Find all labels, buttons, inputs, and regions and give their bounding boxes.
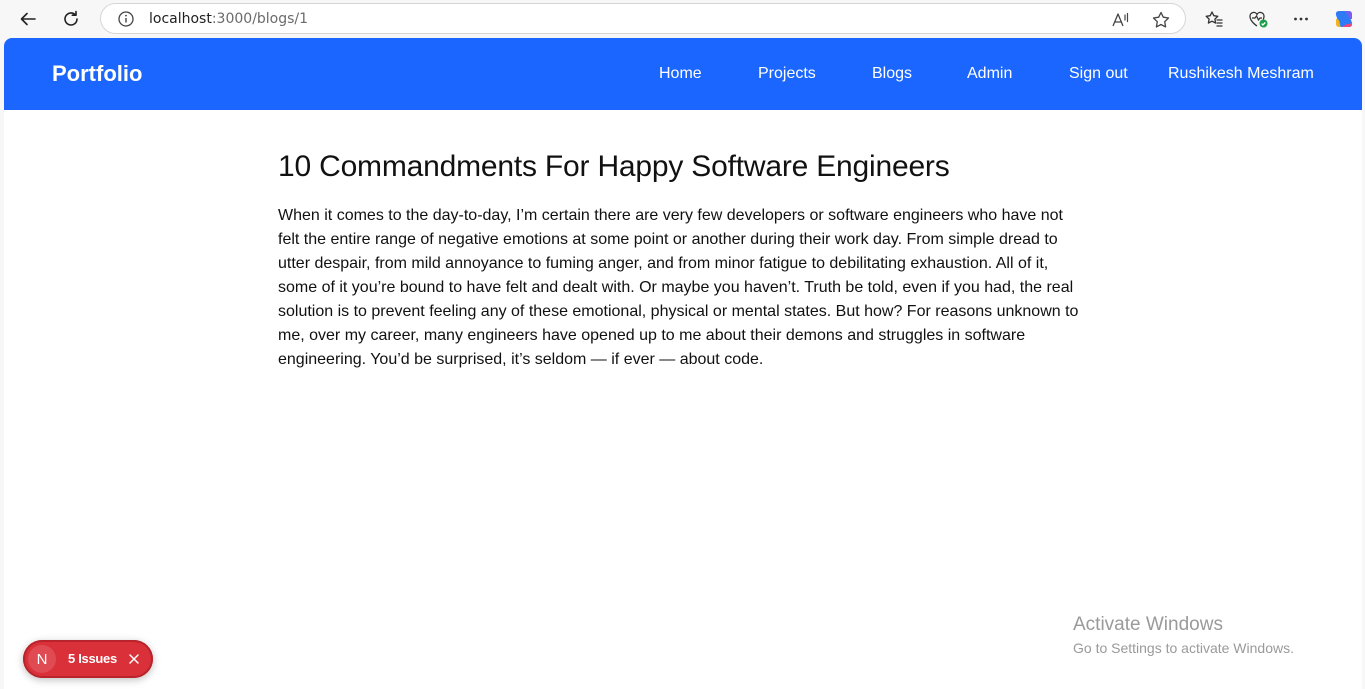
nextjs-logo-icon: N [28,645,56,673]
browser-toolbar: localhost:3000/blogs/1 [0,0,1365,38]
issues-count-label[interactable]: 5 Issues [68,651,117,666]
nav-blogs[interactable]: Blogs [872,65,912,83]
more-icon[interactable] [1286,4,1316,34]
watermark-subtitle: Go to Settings to activate Windows. [1073,640,1294,656]
navbar: Portfolio Home Projects Blogs Admin Sign… [4,38,1362,110]
nextjs-issues-badge[interactable]: N 5 Issues [23,640,153,678]
back-arrow-icon[interactable] [13,4,43,34]
address-bar[interactable]: localhost:3000/blogs/1 [100,3,1186,34]
close-icon[interactable] [125,650,143,668]
info-icon[interactable] [117,10,135,28]
brand-logo[interactable]: Portfolio [52,61,142,87]
nav-admin[interactable]: Admin [967,65,1012,83]
url-text[interactable]: localhost:3000/blogs/1 [149,11,308,27]
nav-sign-out[interactable]: Sign out [1069,65,1128,83]
url-path: :3000/blogs/1 [211,11,309,27]
blog-title: 10 Commandments For Happy Software Engin… [278,150,950,183]
read-aloud-icon[interactable] [1111,10,1131,30]
activate-windows-watermark: Activate Windows Go to Settings to activ… [1073,614,1294,656]
url-host: localhost [149,11,212,27]
blog-article: 10 Commandments For Happy Software Engin… [278,150,1088,372]
nav-projects[interactable]: Projects [758,65,816,83]
page-viewport: Portfolio Home Projects Blogs Admin Sign… [4,38,1362,689]
watermark-title: Activate Windows [1073,614,1223,635]
refresh-icon[interactable] [56,4,86,34]
browser-essentials-icon[interactable] [1243,4,1273,34]
copilot-icon[interactable] [1329,4,1359,34]
nav-home[interactable]: Home [659,65,702,83]
favorite-star-icon[interactable] [1151,10,1171,30]
nav-user-name[interactable]: Rushikesh Meshram [1168,65,1314,83]
favorites-icon[interactable] [1199,4,1229,34]
blog-body: When it comes to the day-to-day, I’m cer… [278,207,1079,368]
